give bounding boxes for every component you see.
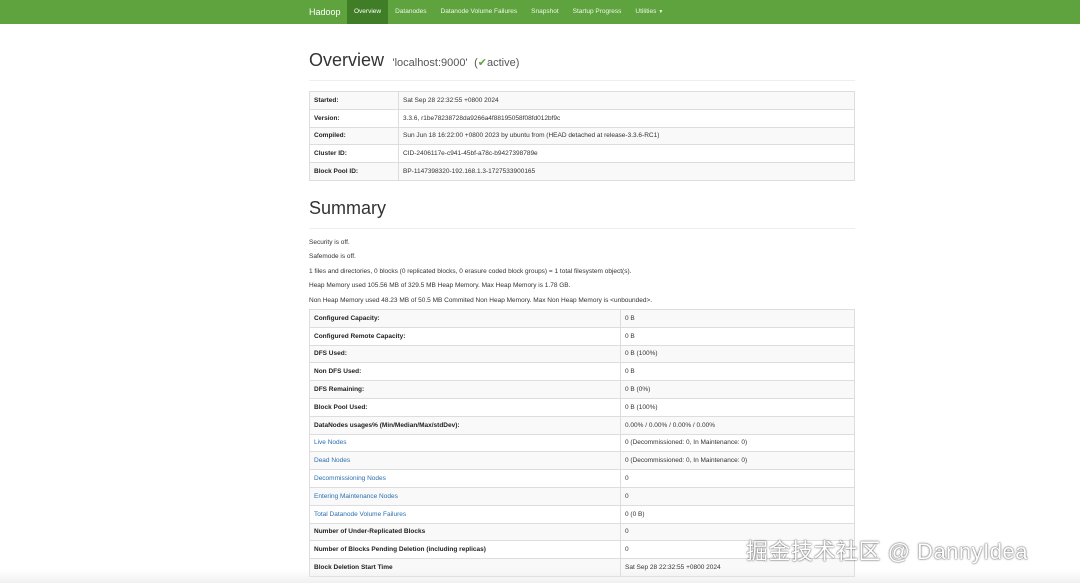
summary-title: Summary (309, 198, 387, 218)
bottom-fade (0, 570, 1080, 583)
row-value: Sat Sep 28 22:32:55 +0800 2024 (398, 91, 855, 110)
overview-table: Started: Sat Sep 28 22:32:55 +0800 2024 V… (309, 91, 855, 181)
table-row: Configured Remote Capacity: 0 B (309, 326, 855, 346)
watermark: 掘金技术社区 @ DannyIdea (746, 539, 1028, 564)
row-value: 0 B (100%) (620, 397, 855, 417)
row-key: DataNodes usages% (Min/Median/Max/stdDev… (309, 415, 621, 435)
row-value: 3.3.6, r1be78238728da9266a4f88195058f08f… (398, 108, 855, 128)
security-status: Security is off. (309, 239, 350, 246)
brand-logo[interactable]: Hadoop (309, 0, 347, 24)
table-row: Cluster ID: CID-2406117e-c941-45bf-a78c-b… (309, 144, 855, 164)
table-row: DFS Used: 0 B (100%) (309, 344, 855, 364)
table-row: DFS Remaining: 0 B (0%) (309, 380, 855, 399)
filesystem-objects: 1 files and directories, 0 blocks (0 rep… (309, 267, 632, 275)
table-row: Dead Nodes 0 (Decommissioned: 0, In Maint… (309, 451, 855, 471)
row-value: 0 (Decommissioned: 0, In Maintenance: 0) (620, 451, 855, 471)
caret-down-icon: ▼ (658, 9, 664, 15)
nav-datanode-volume-failures[interactable]: Datanode Volume Failures (434, 0, 525, 24)
row-value: 0 (620, 486, 855, 506)
live-nodes-link[interactable]: Live Nodes (314, 439, 347, 446)
row-value: 0.00% / 0.00% / 0.00% / 0.00% (620, 415, 855, 435)
safemode-status: Safemode is off. (309, 253, 356, 261)
nav-datanodes[interactable]: Datanodes (388, 0, 433, 24)
row-value: 0 B (620, 309, 855, 328)
nav-overview[interactable]: Overview (347, 0, 389, 24)
page-title: Overview (309, 50, 385, 70)
row-value: 0 B (620, 326, 855, 346)
summary-header: Summary (309, 198, 855, 229)
table-row: Live Nodes 0 (Decommissioned: 0, In Maint… (309, 433, 855, 453)
table-row: Started: Sat Sep 28 22:32:55 +0800 2024 (309, 91, 855, 110)
table-row: Non DFS Used: 0 B (309, 362, 855, 382)
overview-header: Overview 'localhost:9000' (✔active) (309, 50, 855, 81)
row-value: CID-2406117e-c941-45bf-a78c-b9427398789e (398, 144, 855, 164)
check-icon: ✔ (477, 57, 487, 69)
row-key: Number of Blocks Pending Deletion (inclu… (309, 540, 621, 560)
status-text: active) (486, 57, 520, 69)
table-row: Decommissioning Nodes 0 (309, 469, 855, 488)
row-value: 0 (0 B) (620, 504, 855, 524)
row-key: Version: (309, 108, 399, 128)
row-value: Sun Jun 18 16:22:00 +0800 2023 by ubuntu… (398, 126, 855, 146)
entering-maintenance-nodes-link[interactable]: Entering Maintenance Nodes (314, 493, 398, 500)
decommissioning-nodes-link[interactable]: Decommissioning Nodes (314, 475, 386, 482)
row-key: Compiled: (309, 126, 399, 146)
row-key: Number of Under-Replicated Blocks (309, 522, 621, 542)
row-value: 0 B (0%) (620, 380, 855, 399)
status-badge: (✔active) (474, 57, 519, 69)
row-key: Started: (309, 91, 399, 110)
table-row: DataNodes usages% (Min/Median/Max/stdDev… (309, 415, 855, 435)
table-row: Compiled: Sun Jun 18 16:22:00 +0800 2023 … (309, 126, 855, 146)
dead-nodes-link[interactable]: Dead Nodes (314, 457, 350, 464)
table-row: Configured Capacity: 0 B (309, 309, 855, 328)
table-row: Block Pool Used: 0 B (100%) (309, 397, 855, 417)
non-heap-memory: Non Heap Memory used 48.23 MB of 50.5 MB… (309, 296, 653, 304)
row-value: BP-1147398320-192.168.1.3-1727533900165 (398, 162, 855, 181)
nav-utilities-label: Utilities (635, 8, 657, 15)
row-value: 0 (620, 469, 855, 488)
row-key: Block Pool Used: (309, 397, 621, 417)
row-key: Configured Capacity: (309, 309, 621, 328)
row-value: 0 (Decommissioned: 0, In Maintenance: 0) (620, 433, 855, 453)
row-value: 0 B (620, 362, 855, 382)
total-volume-failures-link[interactable]: Total Datanode Volume Failures (314, 511, 406, 518)
nav-startup-progress[interactable]: Startup Progress (566, 0, 629, 24)
row-value: 0 B (100%) (620, 344, 855, 364)
nav-snapshot[interactable]: Snapshot (524, 0, 565, 24)
table-row: Entering Maintenance Nodes 0 (309, 486, 855, 506)
table-row: Total Datanode Volume Failures 0 (0 B) (309, 504, 855, 524)
table-row: Version: 3.3.6, r1be78238728da9266a4f8819… (309, 108, 855, 128)
table-row: Block Pool ID: BP-1147398320-192.168.1.3-… (309, 162, 855, 181)
row-key: Block Pool ID: (309, 162, 399, 181)
nav-utilities[interactable]: Utilities ▼ (628, 0, 670, 24)
heap-memory: Heap Memory used 105.56 MB of 329.5 MB H… (309, 282, 571, 290)
row-key: DFS Used: (309, 344, 621, 364)
namenode-address: 'localhost:9000' (392, 57, 468, 69)
row-key: DFS Remaining: (309, 380, 621, 399)
row-key: Cluster ID: (309, 144, 399, 164)
top-navbar: Hadoop Overview Datanodes Datanode Volum… (0, 0, 1080, 24)
row-key: Non DFS Used: (309, 362, 621, 382)
row-key: Configured Remote Capacity: (309, 326, 621, 346)
summary-lines: Security is off. Safemode is off. 1 file… (309, 236, 652, 308)
overview-table-wrap: Started: Sat Sep 28 22:32:55 +0800 2024 V… (309, 91, 855, 181)
